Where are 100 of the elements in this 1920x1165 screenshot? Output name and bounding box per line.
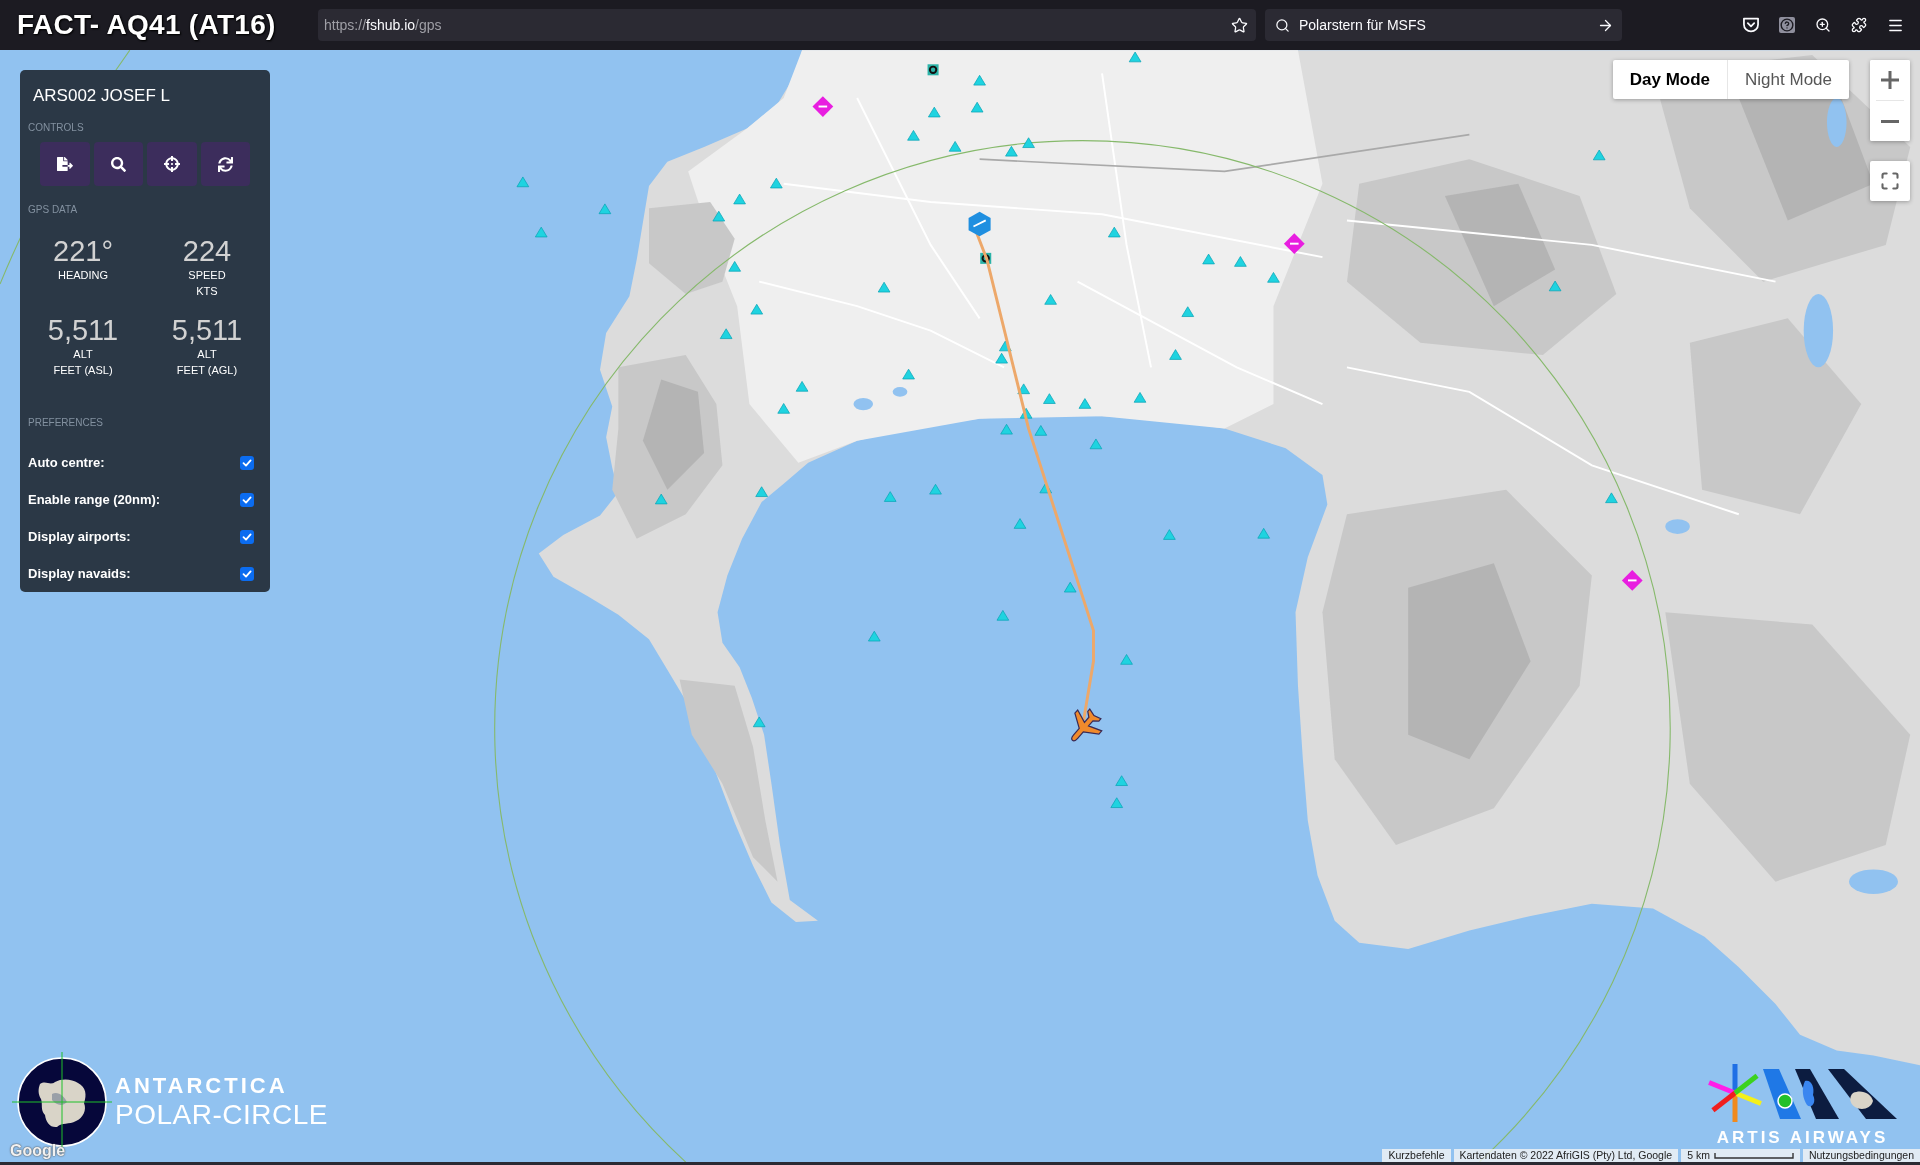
navaid-icon[interactable] xyxy=(928,106,941,118)
navaid-icon[interactable] xyxy=(795,381,809,392)
zoom-in-button[interactable] xyxy=(1870,60,1910,100)
lake xyxy=(1665,519,1690,534)
map-footer-link[interactable]: Nutzungsbedingungen xyxy=(1802,1149,1920,1162)
navaid-icon[interactable] xyxy=(1013,518,1027,529)
page-title-overlay: FACT- AQ41 (AT16) xyxy=(17,8,277,42)
navaid-icon[interactable] xyxy=(1019,408,1033,419)
preference-label: Auto centre: xyxy=(28,453,105,472)
address-bar[interactable]: https://fshub.io/gps xyxy=(318,9,1256,41)
puzzle-icon[interactable] xyxy=(1851,17,1867,33)
navaid-icon[interactable] xyxy=(535,226,548,238)
navaid-icon[interactable] xyxy=(1605,492,1618,504)
departure-airport-icon[interactable] xyxy=(968,211,991,237)
navaid-icon[interactable] xyxy=(1034,425,1048,436)
navaid-icon[interactable] xyxy=(929,483,942,495)
help-icon[interactable] xyxy=(1779,17,1795,33)
lake xyxy=(1849,869,1898,894)
navaid-icon[interactable] xyxy=(1110,797,1123,808)
preference-label: Display navaids: xyxy=(28,564,131,583)
panel-title: ARS002 JOSEF L xyxy=(33,85,171,107)
navaid-icon[interactable] xyxy=(750,303,763,315)
section-heading: PREFERENCES xyxy=(28,418,104,428)
navaid-icon[interactable] xyxy=(733,193,746,205)
navaid-icon[interactable] xyxy=(1133,392,1147,403)
navaid-icon[interactable] xyxy=(877,281,891,293)
navaid-icon[interactable] xyxy=(1257,528,1270,539)
navaid-icon[interactable] xyxy=(1163,529,1176,540)
search-icon xyxy=(1275,17,1290,33)
navaid-icon[interactable] xyxy=(752,716,766,728)
navaid-icon[interactable] xyxy=(1017,383,1030,395)
navaid-icon[interactable] xyxy=(948,141,962,152)
navaid-icon[interactable] xyxy=(970,101,984,113)
preference-label: Enable range (20nm): xyxy=(28,490,161,509)
zoom-out-button[interactable] xyxy=(1870,101,1910,141)
navaid-icon[interactable] xyxy=(755,486,768,497)
navaid-icon[interactable] xyxy=(902,368,915,380)
stat-value: 5,511 xyxy=(171,314,243,346)
pocket-icon[interactable] xyxy=(1743,17,1759,33)
navaid-icon[interactable] xyxy=(1120,654,1133,665)
navaid-icon[interactable] xyxy=(1169,349,1182,360)
search-field[interactable]: Polarstern für MSFS xyxy=(1265,9,1622,41)
navaid-icon[interactable] xyxy=(516,176,530,188)
navaid-icon[interactable] xyxy=(728,261,741,272)
map-mode-tab[interactable]: Day Mode xyxy=(1612,60,1728,99)
aircraft-icon[interactable] xyxy=(1071,708,1103,742)
stat-value: 221° xyxy=(53,235,113,267)
navaid-icon[interactable] xyxy=(907,130,920,141)
scale-bar-icon xyxy=(1713,1152,1794,1159)
bookmark-star-icon[interactable] xyxy=(1231,16,1248,34)
navaid-icon[interactable] xyxy=(1078,398,1092,409)
navaid-icon[interactable] xyxy=(1267,272,1280,283)
checkbox[interactable] xyxy=(240,492,254,507)
navaid-icon[interactable] xyxy=(1202,253,1215,265)
navaid-icon[interactable] xyxy=(1548,280,1562,292)
navaid-icon[interactable] xyxy=(1181,306,1194,317)
navaid-icon[interactable] xyxy=(712,210,726,222)
navaid-icon[interactable] xyxy=(1108,226,1121,238)
navaid-icon[interactable] xyxy=(719,328,733,339)
navaid-icon[interactable] xyxy=(1115,775,1128,786)
navaid-icon[interactable] xyxy=(655,493,668,505)
fullscreen-button[interactable] xyxy=(1870,161,1910,201)
stat-label: SPEED KTS xyxy=(188,268,226,299)
checkbox[interactable] xyxy=(240,566,254,581)
section-heading: GPS DATA xyxy=(28,205,79,215)
checkbox[interactable] xyxy=(240,455,254,470)
navaid-icon[interactable] xyxy=(777,403,790,414)
navaid-icon[interactable] xyxy=(1592,149,1606,161)
preference-label: Display airports: xyxy=(28,527,131,546)
airport-marker-icon[interactable] xyxy=(1283,233,1305,255)
navaid-icon[interactable] xyxy=(1000,423,1013,435)
checkbox[interactable] xyxy=(240,529,254,544)
navaid-icon[interactable] xyxy=(1063,581,1077,593)
navaid-icon[interactable] xyxy=(1039,482,1052,494)
waypoint-icon[interactable] xyxy=(927,64,939,76)
navaid-icon[interactable] xyxy=(1234,256,1247,267)
navaid-icon[interactable] xyxy=(1089,438,1103,450)
control-button[interactable] xyxy=(200,142,250,186)
lake xyxy=(853,397,874,411)
control-button[interactable] xyxy=(40,142,90,186)
navaid-icon[interactable] xyxy=(770,177,783,189)
navaid-icon[interactable] xyxy=(598,203,612,215)
navaid-icon[interactable] xyxy=(1043,393,1056,404)
map-footer-link[interactable]: Kurzbefehle xyxy=(1382,1149,1451,1162)
navaid-icon[interactable] xyxy=(995,352,1008,364)
map-mode-tab[interactable]: Night Mode xyxy=(1727,60,1849,99)
zoom-in-icon[interactable] xyxy=(1815,17,1831,33)
navaid-icon[interactable] xyxy=(1005,145,1018,157)
navaid-icon[interactable] xyxy=(1022,137,1035,148)
navaid-icon[interactable] xyxy=(996,610,1010,621)
waypoint-icon[interactable] xyxy=(980,252,992,264)
navaid-icon[interactable] xyxy=(883,491,897,502)
navaid-icon[interactable] xyxy=(999,340,1012,352)
logo-wordmark: POLAR-CIRCLE xyxy=(115,1099,328,1131)
navaid-icon[interactable] xyxy=(1044,294,1057,305)
navaid-icon[interactable] xyxy=(868,630,881,642)
navaid-icon[interactable] xyxy=(973,74,986,86)
control-button[interactable] xyxy=(147,142,197,186)
plus-icon xyxy=(1881,71,1899,89)
control-button[interactable] xyxy=(93,142,143,186)
